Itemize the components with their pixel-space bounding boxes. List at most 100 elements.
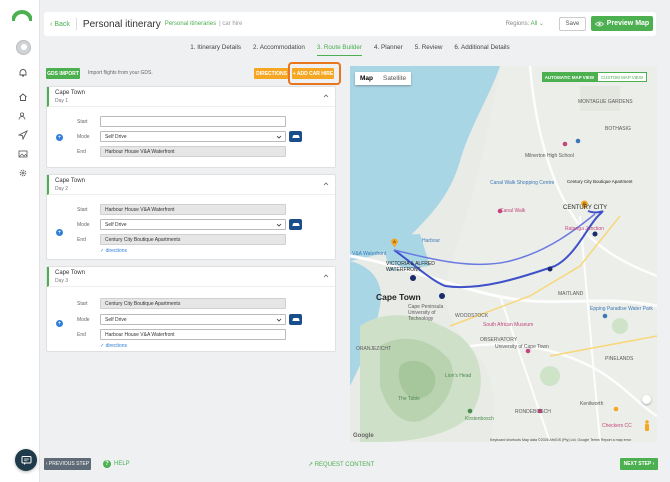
start-label: Start xyxy=(77,301,88,307)
request-content-link[interactable]: ↗ REQUEST CONTENT xyxy=(308,461,374,468)
map-label-cput: Cape Peninsula University of Technology xyxy=(408,304,444,322)
navigation-icon[interactable] xyxy=(18,130,28,140)
avatar[interactable] xyxy=(16,40,31,55)
add-stop-button[interactable]: + xyxy=(56,320,63,327)
car-mode-button[interactable] xyxy=(289,131,302,142)
map-label-uct: University of Cape Town xyxy=(495,344,549,350)
map-label-canal-walk: Canal Walk xyxy=(500,208,526,214)
chevron-up-icon[interactable] xyxy=(323,273,329,279)
add-stop-button[interactable]: + xyxy=(56,134,63,141)
map-type-toggle: Map Satellite xyxy=(355,72,412,85)
end-label: End xyxy=(77,149,86,155)
save-button[interactable]: Save xyxy=(559,17,586,31)
day-number: Day 3 xyxy=(55,278,69,284)
help-label: HELP xyxy=(114,461,130,467)
day-number: Day 1 xyxy=(55,98,69,104)
automatic-map-view-button[interactable]: AUTOMATIC MAP VIEW xyxy=(541,72,597,82)
day-city: Cape Town xyxy=(55,90,85,96)
left-sidebar xyxy=(0,0,40,482)
mode-select[interactable]: Self Drive xyxy=(100,131,286,142)
chevron-left-icon: ‹ xyxy=(50,20,53,28)
directions-link[interactable]: ✓ directions xyxy=(100,343,127,349)
end-field[interactable]: Century City Boutique Apartments xyxy=(100,234,286,245)
home-icon[interactable] xyxy=(18,92,28,102)
end-field[interactable]: Harbour House V&A Waterfront xyxy=(100,146,286,157)
map-label-kirstenbosch: Kirstenbosch xyxy=(465,416,494,422)
next-step-button[interactable]: NEXT STEP › xyxy=(620,458,658,470)
users-icon[interactable] xyxy=(18,111,28,121)
custom-map-view-button[interactable]: CUSTOM MAP VIEW xyxy=(596,72,647,82)
help-link[interactable]: ? HELP xyxy=(103,460,130,468)
satellite-tab[interactable]: Satellite xyxy=(378,72,411,85)
end-label: End xyxy=(77,332,86,338)
map-tab[interactable]: Map xyxy=(355,72,378,85)
gds-import-button[interactable]: GDS IMPORT xyxy=(46,68,80,79)
route-map[interactable]: Map Satellite AUTOMATIC MAP VIEW CUSTOM … xyxy=(350,66,657,442)
directions-button[interactable]: DIRECTIONS xyxy=(254,68,289,79)
map-label-harbour: Harbour xyxy=(422,238,441,244)
add-stop-button[interactable]: + xyxy=(56,229,63,236)
gds-hint: Import flights from your GDS. xyxy=(88,70,153,76)
directions-link[interactable]: ✓ directions xyxy=(100,248,127,254)
car-icon xyxy=(292,223,299,226)
tab-route-builder[interactable]: 3. Route Builder xyxy=(316,40,363,56)
settings-gear-icon[interactable] xyxy=(18,168,28,178)
map-attribution[interactable]: Keyboard shortcuts Map data ©2026 AfriGI… xyxy=(490,438,631,442)
chat-button[interactable] xyxy=(15,449,37,471)
chevron-down-icon xyxy=(276,135,282,139)
chevron-up-icon[interactable] xyxy=(323,181,329,187)
help-icon: ? xyxy=(103,460,111,468)
add-car-hire-highlight xyxy=(288,62,341,85)
day-header[interactable]: Cape Town Day 1 xyxy=(47,87,335,107)
day-number: Day 2 xyxy=(55,186,69,192)
car-mode-button[interactable] xyxy=(289,314,302,325)
mode-value: Self Drive xyxy=(105,316,127,323)
bell-icon[interactable] xyxy=(18,68,28,78)
tab-planner[interactable]: 4. Planner xyxy=(374,40,403,56)
tab-itinerary-details[interactable]: 1. Itinerary Details xyxy=(190,40,241,56)
arrow-icon: ↗ xyxy=(308,462,314,468)
map-label-checkers: Checkers CC xyxy=(602,423,632,429)
tab-additional-details[interactable]: 6. Additional Details xyxy=(454,40,509,56)
previous-step-button[interactable]: ‹ PREVIOUS STEP xyxy=(44,458,91,470)
map-label-the-table: The Table xyxy=(398,396,420,402)
map-recenter-icon[interactable] xyxy=(642,395,651,404)
preview-map-button[interactable]: Preview Map xyxy=(591,16,653,31)
map-label-va-waterfront: V&A Waterfront xyxy=(352,251,387,257)
map-label-observatory: OBSERVATORY xyxy=(480,337,518,343)
breadcrumb-itineraries[interactable]: Personal itineraries xyxy=(165,21,216,27)
page-header: ‹ Back Personal itinerary Personal itine… xyxy=(44,12,656,36)
map-label-ratanga: Ratanga Junction xyxy=(565,226,604,232)
back-link[interactable]: ‹ Back xyxy=(50,21,70,28)
chevron-up-icon[interactable] xyxy=(323,93,329,99)
start-field[interactable] xyxy=(100,116,286,127)
start-field[interactable]: Harbour House V&A Waterfront xyxy=(100,204,286,215)
image-icon[interactable] xyxy=(18,149,28,159)
day-city: Cape Town xyxy=(55,178,85,184)
tab-accommodation[interactable]: 2. Accommodation xyxy=(253,40,305,56)
mode-label: Mode xyxy=(77,134,90,140)
map-canvas[interactable] xyxy=(350,66,657,442)
map-label-oranjezicht: ORANJEZICHT xyxy=(356,346,391,352)
mode-select[interactable]: Self Drive xyxy=(100,219,286,230)
map-pin-a-icon[interactable]: A xyxy=(390,237,399,248)
car-mode-button[interactable] xyxy=(289,219,302,230)
page-title: Personal itinerary xyxy=(82,18,161,30)
car-icon xyxy=(292,135,299,138)
map-label-cape-town: Cape Town xyxy=(376,292,421,302)
regions-label: Regions: xyxy=(505,21,530,27)
street-view-pegman-icon[interactable] xyxy=(643,420,651,432)
start-field[interactable]: Century City Boutique Apartments xyxy=(100,298,286,309)
end-field[interactable]: Harbour House V&A Waterfront xyxy=(100,329,286,340)
tab-review[interactable]: 5. Review xyxy=(415,40,443,56)
map-label-canal-walk-centre: Canal Walk Shopping Centre xyxy=(490,180,555,186)
chevron-down-icon xyxy=(276,223,282,227)
day-card: Cape Town Day 1 Start + Mode Self Drive … xyxy=(46,86,336,168)
day-header[interactable]: Cape Town Day 2 xyxy=(47,175,335,195)
regions-selector[interactable]: Regions: All ⌄ xyxy=(506,20,544,27)
map-label-rondebosch: RONDEBOSCH xyxy=(515,409,551,415)
preview-map-label: Preview Map xyxy=(606,20,650,27)
mode-select[interactable]: Self Drive xyxy=(100,314,286,325)
day-card: Cape Town Day 3 Start Century City Bouti… xyxy=(46,266,336,352)
day-header[interactable]: Cape Town Day 3 xyxy=(47,267,335,287)
